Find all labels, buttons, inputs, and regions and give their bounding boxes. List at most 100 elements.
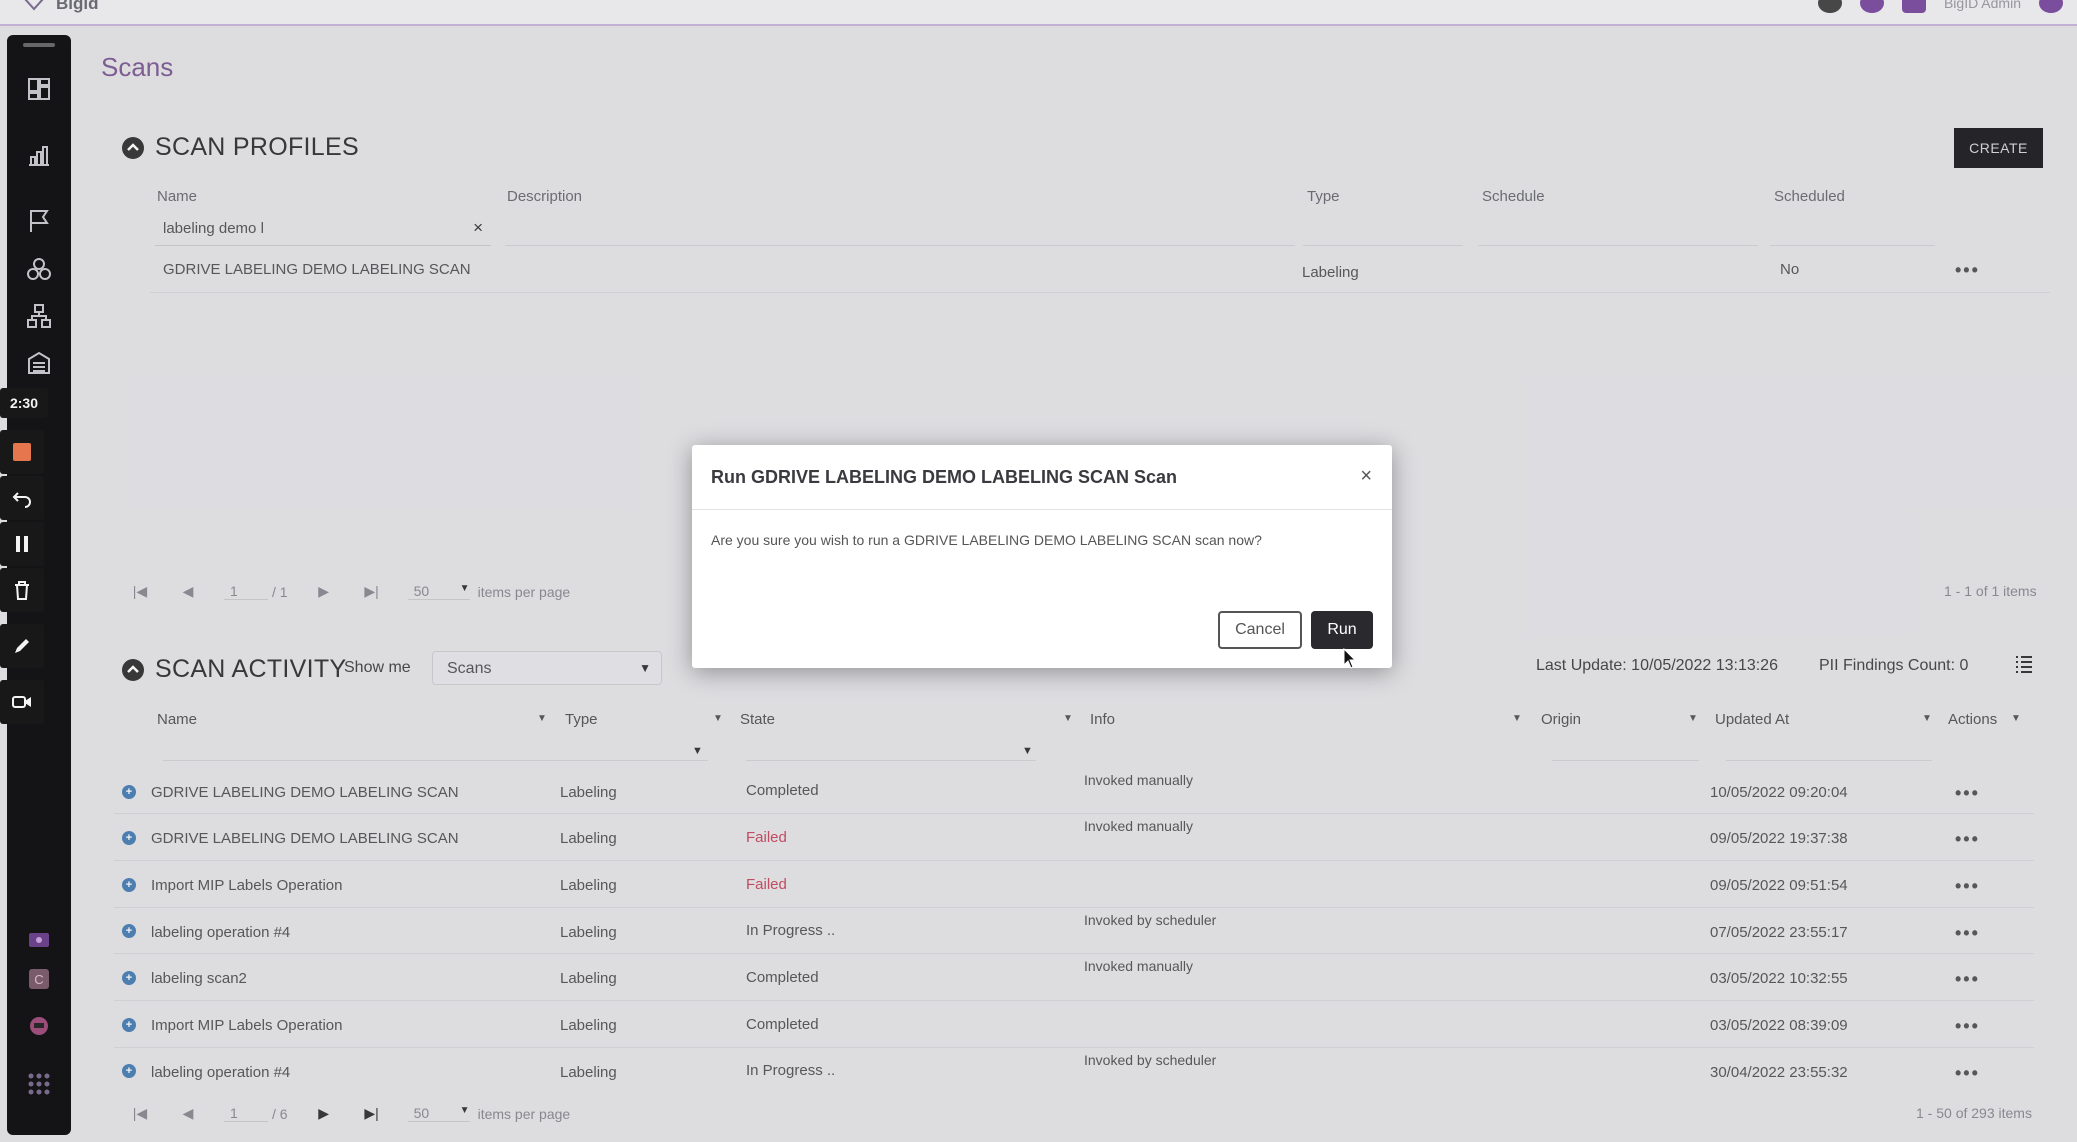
- row-name[interactable]: labeling operation #4: [151, 924, 290, 941]
- show-me-select[interactable]: Scans ▼: [432, 651, 662, 685]
- cancel-button[interactable]: Cancel: [1218, 611, 1302, 649]
- sort-updated-icon[interactable]: ▼: [1922, 713, 1932, 724]
- row-updated: 03/05/2022 10:32:55: [1710, 970, 1848, 987]
- profile-name[interactable]: GDRIVE LABELING DEMO LABELING SCAN: [163, 261, 471, 278]
- screen-recorder: 2:30: [0, 388, 48, 724]
- page-input[interactable]: 1: [224, 583, 268, 600]
- row-name[interactable]: GDRIVE LABELING DEMO LABELING SCAN: [151, 830, 459, 847]
- row-state: Failed: [746, 829, 787, 846]
- profiles-pager: |◀ ◀ 1 / 1 ▶ ▶| 50 ▼ items per page: [128, 583, 570, 600]
- row-name[interactable]: labeling scan2: [151, 970, 247, 987]
- flag-icon[interactable]: [25, 207, 53, 235]
- row-updated: 09/05/2022 09:51:54: [1710, 877, 1848, 894]
- scan-activity-title: SCAN ACTIVITY: [155, 655, 347, 683]
- hierarchy-icon[interactable]: [25, 302, 53, 330]
- expand-row-icon[interactable]: +: [122, 924, 136, 938]
- act-col-info[interactable]: Info: [1090, 711, 1115, 728]
- scan-profiles-title: SCAN PROFILES: [155, 133, 359, 161]
- act-col-type[interactable]: Type: [565, 711, 598, 728]
- page-input[interactable]: 1: [224, 1105, 268, 1122]
- robot-icon[interactable]: [25, 1012, 53, 1040]
- row-name[interactable]: labeling operation #4: [151, 1064, 290, 1081]
- expand-row-icon[interactable]: +: [122, 1018, 136, 1032]
- pause-icon[interactable]: [0, 522, 44, 566]
- sort-origin-icon[interactable]: ▼: [1688, 713, 1698, 724]
- sort-info-icon[interactable]: ▼: [1512, 713, 1522, 724]
- prev-page-icon[interactable]: ◀: [176, 1105, 200, 1122]
- user-name[interactable]: BigID Admin: [1944, 0, 2021, 11]
- list-view-icon[interactable]: [2014, 654, 2034, 674]
- state-filter-chevron-icon[interactable]: ▼: [1022, 745, 1033, 757]
- pen-icon[interactable]: [0, 624, 44, 668]
- first-page-icon[interactable]: |◀: [128, 1105, 152, 1122]
- last-page-icon[interactable]: ▶|: [360, 1105, 384, 1122]
- dashboard-icon[interactable]: [25, 75, 53, 103]
- per-page-select[interactable]: 50 ▼: [407, 583, 470, 600]
- collapse-chevron-icon[interactable]: [121, 658, 145, 682]
- analytics-icon[interactable]: [25, 141, 53, 169]
- collapse-chevron-icon[interactable]: [121, 136, 145, 160]
- apps-icon[interactable]: [1901, 0, 1926, 13]
- row-actions-button[interactable]: •••: [1955, 260, 1980, 281]
- page-of: / 6: [272, 1105, 288, 1122]
- catalog-icon[interactable]: [25, 255, 53, 283]
- act-col-state[interactable]: State: [740, 711, 775, 728]
- notifications-icon[interactable]: [1817, 0, 1842, 13]
- trash-icon[interactable]: [0, 568, 44, 612]
- row-actions-button[interactable]: •••: [1955, 923, 1980, 944]
- first-page-icon[interactable]: |◀: [128, 583, 152, 600]
- col-description[interactable]: Description: [507, 188, 582, 205]
- act-col-origin[interactable]: Origin: [1541, 711, 1581, 728]
- actions-menu-icon[interactable]: ▼: [2011, 713, 2021, 724]
- sort-state-icon[interactable]: ▼: [1063, 713, 1073, 724]
- act-col-name[interactable]: Name: [157, 711, 197, 728]
- expand-row-icon[interactable]: +: [122, 1064, 136, 1078]
- row-actions-button[interactable]: •••: [1955, 1063, 1980, 1084]
- row-name[interactable]: Import MIP Labels Operation: [151, 877, 342, 894]
- col-type[interactable]: Type: [1307, 188, 1340, 205]
- create-button[interactable]: CREATE: [1954, 128, 2043, 168]
- expand-row-icon[interactable]: +: [122, 831, 136, 845]
- inventory-icon[interactable]: [25, 349, 53, 377]
- col-scheduled[interactable]: Scheduled: [1774, 188, 1845, 205]
- per-page-select[interactable]: 50 ▼: [407, 1105, 470, 1122]
- brand[interactable]: Bigid: [22, 0, 99, 14]
- svg-text:C: C: [34, 972, 43, 987]
- sort-name-icon[interactable]: ▼: [537, 713, 547, 724]
- sort-type-icon[interactable]: ▼: [713, 713, 723, 724]
- undo-icon[interactable]: [0, 476, 44, 520]
- row-actions-button[interactable]: •••: [1955, 829, 1980, 850]
- act-col-actions[interactable]: Actions: [1948, 711, 1997, 728]
- user-avatar-icon[interactable]: [2039, 0, 2063, 13]
- act-col-updated[interactable]: Updated At: [1715, 711, 1789, 728]
- row-name[interactable]: Import MIP Labels Operation: [151, 1017, 342, 1034]
- last-page-icon[interactable]: ▶|: [360, 583, 384, 600]
- folder-icon[interactable]: [25, 925, 53, 953]
- row-type: Labeling: [560, 877, 617, 894]
- row-actions-button[interactable]: •••: [1955, 876, 1980, 897]
- row-actions-button[interactable]: •••: [1955, 783, 1980, 804]
- expand-row-icon[interactable]: +: [122, 971, 136, 985]
- camera-icon[interactable]: [0, 680, 44, 724]
- expand-row-icon[interactable]: +: [122, 785, 136, 799]
- col-schedule[interactable]: Schedule: [1482, 188, 1545, 205]
- row-updated: 03/05/2022 08:39:09: [1710, 1017, 1848, 1034]
- dialog-title: Run GDRIVE LABELING DEMO LABELING SCAN S…: [711, 467, 1178, 487]
- app-c-icon[interactable]: C: [25, 965, 53, 993]
- next-page-icon[interactable]: ▶: [312, 1105, 336, 1122]
- row-name[interactable]: GDRIVE LABELING DEMO LABELING SCAN: [151, 784, 459, 801]
- row-actions-button[interactable]: •••: [1955, 1016, 1980, 1037]
- type-filter-chevron-icon[interactable]: ▼: [692, 745, 703, 757]
- stop-record-icon[interactable]: [0, 430, 44, 474]
- run-button[interactable]: Run: [1311, 611, 1373, 649]
- col-name[interactable]: Name: [157, 188, 197, 205]
- row-actions-button[interactable]: •••: [1955, 969, 1980, 990]
- name-filter-input[interactable]: labeling demo l ×: [155, 216, 491, 246]
- close-icon[interactable]: ×: [1360, 465, 1372, 488]
- more-apps-icon[interactable]: [25, 1070, 53, 1098]
- prev-page-icon[interactable]: ◀: [176, 583, 200, 600]
- next-page-icon[interactable]: ▶: [312, 583, 336, 600]
- expand-row-icon[interactable]: +: [122, 878, 136, 892]
- clear-filter-icon[interactable]: ×: [473, 218, 483, 238]
- help-icon[interactable]: [1859, 0, 1884, 13]
